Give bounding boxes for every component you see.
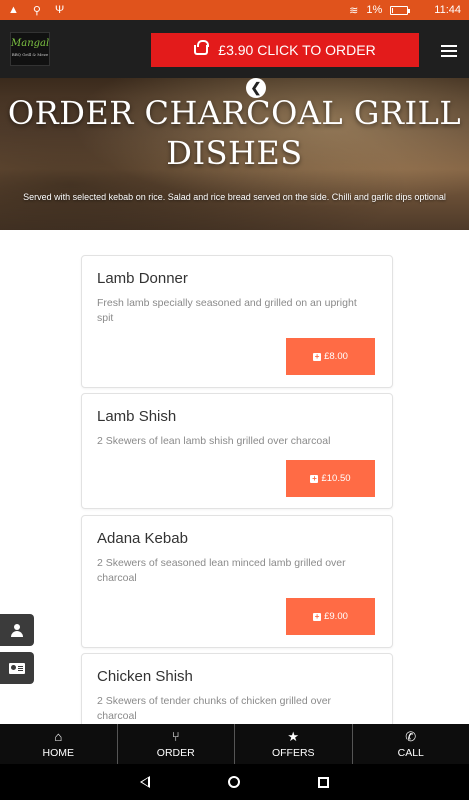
nav-label: HOME [42, 746, 75, 759]
star-icon: ★ [287, 728, 300, 744]
contact-button[interactable] [0, 652, 34, 684]
price-label: £10.50 [321, 473, 351, 484]
status-bar: ▲ ⚲ Ψ ≋ 1% 11:44 [0, 0, 469, 20]
click-to-order-button[interactable]: £3.90 CLICK TO ORDER [151, 33, 419, 67]
menu-item-card: Lamb Donner Fresh lamb specially seasone… [81, 255, 393, 388]
menu-item-description: 2 Skewers of tender chunks of chicken gr… [97, 695, 332, 722]
battery-icon [390, 5, 411, 15]
home-icon: ⌂ [54, 728, 63, 744]
usb-icon: Ψ [54, 4, 65, 16]
price-label: £8.00 [324, 351, 348, 362]
system-navigation-bar [0, 764, 469, 800]
menu-item-description: Fresh lamb specially seasoned and grille… [97, 297, 357, 324]
nav-home[interactable]: ⌂ HOME [0, 724, 118, 764]
wifi-icon: ≋ [349, 4, 359, 17]
menu-item-card: Chicken Shish 2 Skewers of tender chunks… [81, 653, 393, 724]
account-button[interactable] [0, 614, 34, 646]
back-icon[interactable] [140, 776, 150, 788]
phone-icon: ✆ [405, 728, 417, 744]
basket-icon [194, 40, 210, 55]
home-circle-icon[interactable] [228, 776, 240, 788]
warning-icon: ▲ [8, 4, 19, 16]
logo-text: Mangal [11, 38, 50, 49]
cutlery-icon: ⑂ [171, 728, 180, 744]
plus-icon: + [313, 611, 322, 621]
pin-icon: ⚲ [32, 4, 41, 17]
hamburger-icon[interactable] [441, 45, 457, 60]
nav-label: ORDER [156, 746, 195, 759]
page-title: ORDER CHARCOAL GRILL DISHES [7, 94, 462, 172]
menu-item-card: Lamb Shish 2 Skewers of lean lamb shish … [81, 393, 393, 509]
add-to-order-button[interactable]: + £8.00 [286, 338, 375, 375]
price-label: £9.00 [324, 611, 348, 622]
nav-label: OFFERS [271, 746, 315, 759]
nav-order[interactable]: ⑂ ORDER [118, 724, 235, 764]
order-button-label: £3.90 CLICK TO ORDER [218, 42, 376, 58]
nav-offers[interactable]: ★ OFFERS [235, 724, 353, 764]
contact-card-icon [9, 662, 25, 674]
app-header: Mangal BBQ Grill & Meze £3.90 CLICK TO O… [0, 20, 469, 78]
page-subtitle: Served with selected kebab on rice. Sala… [23, 192, 446, 202]
menu-item-card: Adana Kebab 2 Skewers of seasoned lean m… [81, 515, 393, 648]
battery-percent: 1% [366, 4, 383, 16]
hero-banner: ❮ ORDER CHARCOAL GRILL DISHES Served wit… [0, 78, 469, 230]
menu-list: Lamb Donner Fresh lamb specially seasone… [0, 230, 469, 724]
menu-item-name: Lamb Shish [97, 408, 177, 425]
menu-item-description: 2 Skewers of lean lamb shish grilled ove… [97, 435, 331, 447]
logo-subtext: BBQ Grill & Meze [11, 52, 49, 57]
plus-icon: + [310, 473, 319, 483]
add-to-order-button[interactable]: + £10.50 [286, 460, 375, 497]
menu-item-name: Lamb Donner [97, 270, 188, 287]
menu-item-name: Adana Kebab [97, 530, 188, 547]
bottom-navigation: ⌂ HOME ⑂ ORDER ★ OFFERS ✆ CALL [0, 724, 469, 764]
nav-label: CALL [397, 746, 424, 759]
menu-item-description: 2 Skewers of seasoned lean minced lamb g… [97, 557, 346, 584]
nav-call[interactable]: ✆ CALL [353, 724, 469, 764]
user-icon [11, 623, 23, 637]
recents-icon[interactable] [318, 776, 329, 788]
restaurant-logo[interactable]: Mangal BBQ Grill & Meze [10, 32, 50, 66]
clock: 11:44 [434, 4, 461, 16]
plus-icon: + [313, 351, 322, 361]
menu-item-name: Chicken Shish [97, 668, 193, 685]
add-to-order-button[interactable]: + £9.00 [286, 598, 375, 635]
